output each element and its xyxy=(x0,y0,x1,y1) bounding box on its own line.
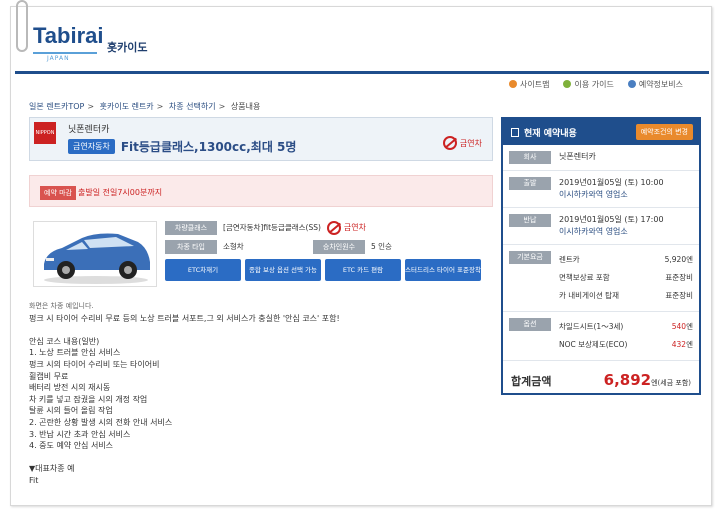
depart-label: 출발 xyxy=(509,177,551,190)
basic-label: 기본요금 xyxy=(509,251,551,264)
total-unit: 엔(세금 포함) xyxy=(651,379,691,387)
capacity-value: 5 인승 xyxy=(371,242,392,251)
basic-name: 카 내비게이션 탑재 xyxy=(559,291,619,300)
site-header: Tabirai JAPAN 홋카이도 xyxy=(11,7,711,71)
top-links: 사이트맵 이용 가이드 예약정보비스 xyxy=(509,79,683,90)
deadline-text: 출발일 전일7시00분까지 xyxy=(78,188,163,197)
company-logo: NIPPON xyxy=(34,122,56,144)
option-value: 540 xyxy=(671,322,687,331)
crumb-select[interactable]: 차종 선택하기 xyxy=(169,102,216,111)
capacity-label: 승차인원수 xyxy=(313,239,365,254)
logo-bar xyxy=(33,52,97,54)
summary-icon xyxy=(511,127,519,137)
desc-line: 펑크 시의 타이어 수리비 또는 타이어비 xyxy=(29,359,160,369)
class-label: 차량클래스 xyxy=(165,220,217,235)
etc-card-button[interactable]: ETC 카드 편람 xyxy=(325,259,401,281)
deadline-label: 예약 마감 xyxy=(40,186,76,200)
logo-sub: JAPAN xyxy=(47,55,70,62)
type-label: 차종 타입 xyxy=(165,239,217,254)
main-content: NIPPON 닛폰렌터카 금연자동차 Fit등급클래스,1300cc,최대 5명… xyxy=(29,117,493,505)
car-detail-box: 차량클래스 [금연자동차]fit등급클래스(SS) 금연차 차종 타입 소형차 … xyxy=(29,215,493,295)
total-row: 합계금액 6,892엔(세금 포함) xyxy=(503,361,699,399)
spec-nosmoke: 금연차 xyxy=(326,220,366,235)
header-divider xyxy=(15,71,709,74)
depart-place[interactable]: 이시하카와역 영업소 xyxy=(559,189,693,201)
region-title: 홋카이도 xyxy=(107,41,148,54)
option-label: 옵션 xyxy=(509,318,551,331)
spec-table: 차량클래스 [금연자동차]fit등급클래스(SS) 금연차 차종 타입 소형차 … xyxy=(165,219,485,281)
return-place[interactable]: 이시하카와역 영업소 xyxy=(559,226,693,238)
image-note: 화면은 차종 예입니다. xyxy=(29,302,94,310)
basic-value: 표준장비 xyxy=(665,273,693,282)
no-smoking-icon xyxy=(326,220,341,235)
rep-value: Fit xyxy=(29,475,39,485)
class-value: [금연자동차]fit등급클래스(SS) xyxy=(223,223,321,232)
etc-install-button[interactable]: ETC차재기 xyxy=(165,259,241,281)
crumb-hokkaido[interactable]: 홋카이도 렌트카 xyxy=(100,102,154,111)
company-name: 닛폰렌터카 xyxy=(68,125,110,135)
rep-title: ▼대표차종 예 xyxy=(29,464,75,474)
desc-line: 휠캡비 무료 xyxy=(29,371,69,381)
basic-value: 표준장비 xyxy=(665,291,693,300)
car-class-title: Fit등급클래스,1300cc,최대 5명 xyxy=(120,140,297,154)
desc-line: 안심 코스 내용(일반) xyxy=(29,336,100,346)
guide-icon xyxy=(563,80,572,88)
reservation-icon xyxy=(627,80,636,88)
no-smoking-icon xyxy=(442,136,457,150)
desc-line: 2. 곤란한 상황 발생 시의 전화 안내 서비스 xyxy=(29,417,173,427)
desc-intro: 펑크 시 타이어 수리비 무료 등의 노상 트러블 서포트,그 외 서비스가 충… xyxy=(29,313,340,323)
basic-name: 렌트카 xyxy=(559,255,580,264)
sitemap-link[interactable]: 사이트맵 xyxy=(509,79,549,90)
summary-company-row: 회사 닛폰렌터카 xyxy=(503,145,699,171)
type-value: 소형차 xyxy=(223,242,244,251)
summary-header: 현재 예약내용 예약조건의 변경 xyxy=(503,119,699,145)
guide-link[interactable]: 이용 가이드 xyxy=(563,79,614,90)
crumb-japan[interactable]: 일본 렌트카TOP xyxy=(29,102,84,111)
summary-return-row: 반납 2019년01월05일 (토) 17:00 이시하카와역 영업소 xyxy=(503,208,699,245)
studless-tire-button[interactable]: 스터드리스 타이어 표준장착 xyxy=(405,259,481,281)
option-value: 432 xyxy=(671,340,687,349)
tabirai-logo[interactable]: Tabirai JAPAN xyxy=(33,23,104,62)
paperclip-decoration xyxy=(16,0,28,52)
description: 화면은 차종 예입니다. 펑크 시 타이어 수리비 무료 등의 노상 트러블 서… xyxy=(29,301,493,487)
breadcrumb: 일본 렌트카TOP > 홋카이도 렌트카 > 차종 선택하기 > 상품내용 xyxy=(29,102,261,111)
return-date: 2019년01월05일 (토) 17:00 xyxy=(559,215,664,224)
nonsmoking-tag: 금연자동차 xyxy=(68,139,115,154)
summary-title: 현재 예약내용 xyxy=(524,128,577,139)
crumb-current: 상품내용 xyxy=(230,102,261,111)
basic-name: 면책보상료 포함 xyxy=(559,273,610,282)
car-header: NIPPON 닛폰렌터카 금연자동차 Fit등급클래스,1300cc,최대 5명… xyxy=(29,117,493,161)
desc-line: 차 키를 넣고 잠궜을 시의 개정 작업 xyxy=(29,394,148,404)
nonsmoking-badge: 금연차 xyxy=(442,136,482,150)
return-label: 반납 xyxy=(509,214,551,227)
summary-option-row: 옵션 차일드시트(1～3세) 540엔 NOC 보상제도(ECO) 432엔 xyxy=(503,312,699,361)
basic-value: 5,920엔 xyxy=(664,255,693,264)
desc-line: 1. 노상 트러블 안심 서비스 xyxy=(29,348,121,358)
summary-depart-row: 출발 2019년01월05일 (토) 10:00 이시하카와역 영업소 xyxy=(503,171,699,208)
desc-line: 3. 반납 시간 초과 안심 서비스 xyxy=(29,429,131,439)
page-frame: Tabirai JAPAN 홋카이도 사이트맵 이용 가이드 예약정보비스 일본… xyxy=(10,6,712,506)
reservation-summary: 현재 예약내용 예약조건의 변경 회사 닛폰렌터카 출발 2019년01월05일… xyxy=(501,117,701,395)
insurance-option-button[interactable]: 종합 보상 옵션 선택 가능 xyxy=(245,259,321,281)
desc-line: 4. 중도 예약 안심 서비스 xyxy=(29,441,114,451)
depart-date: 2019년01월05일 (토) 10:00 xyxy=(559,178,664,187)
summary-company: 닛폰렌터카 xyxy=(559,152,596,161)
location-pin-icon xyxy=(509,80,518,88)
summary-basic-row: 기본요금 렌트카 5,920엔 면책보상료 포함 표준장비 카 내비게이션 탑재 표준… xyxy=(503,245,699,312)
change-conditions-button[interactable]: 예약조건의 변경 xyxy=(635,124,693,140)
option-name: NOC 보상제도(ECO) xyxy=(559,340,628,349)
reservation-info-link[interactable]: 예약정보비스 xyxy=(627,79,683,90)
total-amount: 6,892 xyxy=(603,371,652,389)
company-label: 회사 xyxy=(509,151,551,164)
deadline-notice: 예약 마감 출발일 전일7시00분까지 xyxy=(29,175,493,207)
desc-line: 탈륜 시의 들어 올림 작업 xyxy=(29,406,113,416)
total-label: 합계금액 xyxy=(511,375,552,388)
logo-text: Tabirai xyxy=(33,23,104,48)
car-image xyxy=(33,221,157,287)
desc-line: 배터리 방전 시의 재시동 xyxy=(29,383,111,393)
option-name: 차일드시트(1～3세) xyxy=(559,322,624,331)
